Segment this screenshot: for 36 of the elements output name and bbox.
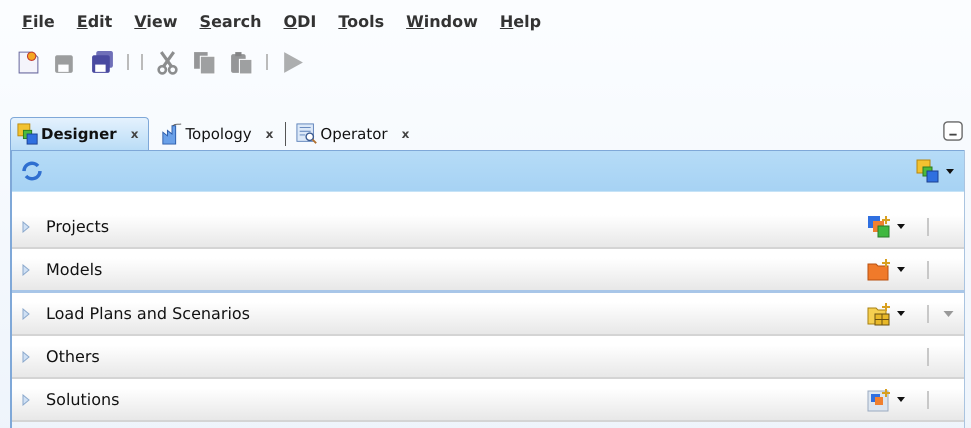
tab[interactable]: Topology x [155, 118, 284, 150]
caret-icon[interactable] [897, 311, 905, 316]
menu-item[interactable]: View [134, 12, 178, 30]
minimize-button[interactable] [943, 121, 963, 141]
refresh-icon[interactable] [20, 159, 44, 183]
new-grid-folder-icon[interactable] [867, 302, 891, 326]
tab[interactable]: Operator x [290, 118, 420, 150]
new-version-icon[interactable] [867, 388, 891, 412]
tab[interactable]: Designer x [10, 117, 150, 150]
menu-item[interactable]: Window [406, 12, 478, 30]
menu-item[interactable]: File [22, 12, 55, 30]
close-button[interactable]: x [402, 127, 410, 141]
expand-icon [22, 350, 30, 362]
expand-icon [22, 264, 30, 276]
floppy-disks-icon[interactable] [90, 50, 115, 74]
new-squares-icon[interactable] [867, 214, 891, 238]
factory-icon [161, 123, 184, 145]
close-button[interactable]: x [130, 127, 138, 141]
squares-icon[interactable] [916, 159, 940, 183]
menu-item[interactable]: Help [500, 12, 542, 30]
menu-item[interactable]: Tools [338, 12, 384, 30]
close-button[interactable]: x [266, 127, 274, 141]
caret-icon[interactable] [897, 267, 905, 272]
squares-icon [17, 123, 39, 145]
new-file-icon[interactable] [16, 50, 41, 74]
caret-icon[interactable] [897, 224, 905, 229]
new-folder-icon[interactable] [867, 258, 891, 282]
caret-icon[interactable] [897, 397, 905, 402]
menu-item[interactable]: Search [200, 12, 262, 30]
menu-item[interactable]: Edit [76, 12, 112, 30]
menu-item[interactable]: ODI [283, 12, 316, 30]
expand-icon [22, 394, 30, 406]
magnifier-document-icon [296, 123, 318, 145]
expand-icon [22, 220, 30, 232]
caret-icon[interactable] [946, 168, 954, 174]
expand-icon [22, 308, 30, 320]
